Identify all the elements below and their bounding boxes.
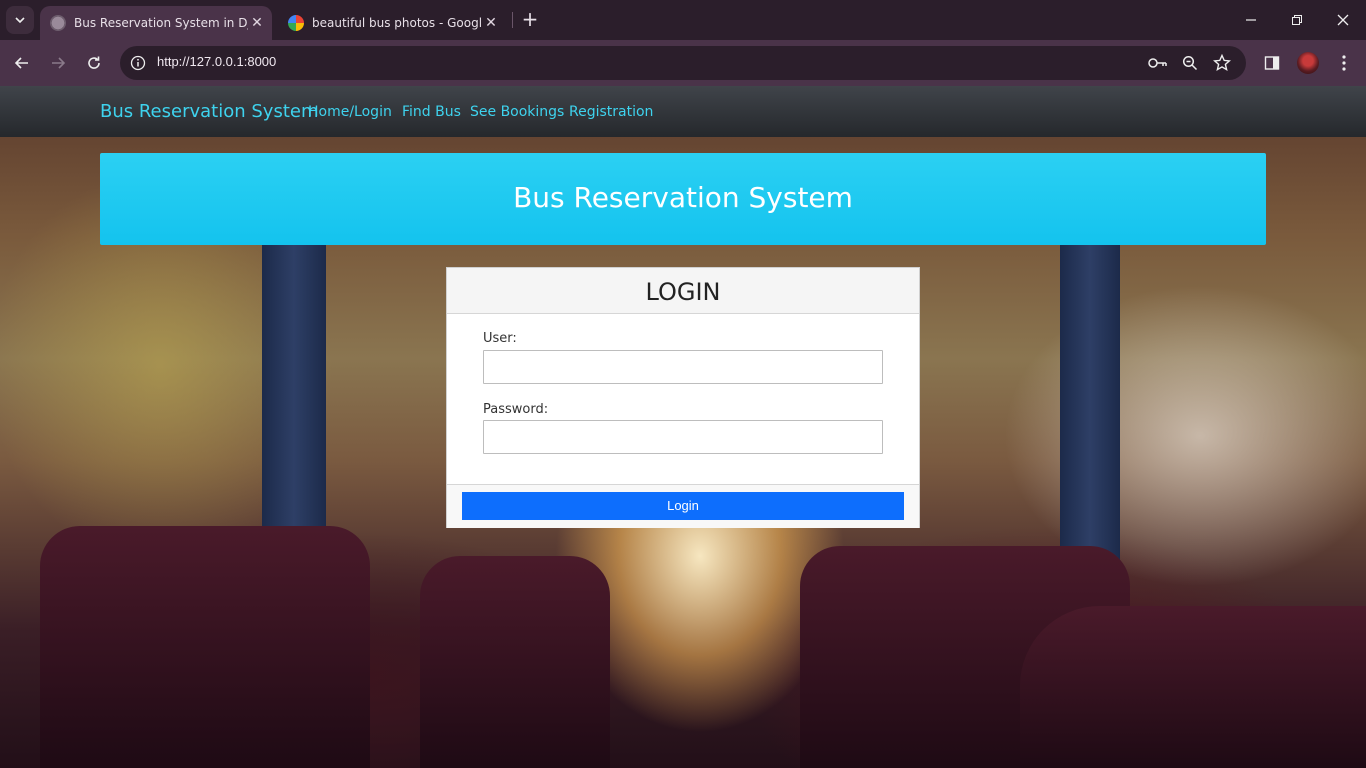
login-card: LOGIN User: Password: Login (446, 267, 920, 528)
forward-button[interactable] (44, 49, 72, 77)
tab-title: Bus Reservation System in Djan (74, 16, 248, 30)
login-card-footer: Login (447, 484, 919, 528)
close-tab-icon[interactable]: ✕ (482, 15, 500, 31)
password-label: Password: (483, 402, 549, 417)
nav-link-registration[interactable]: Registration (569, 104, 653, 120)
info-icon[interactable] (130, 55, 146, 71)
browser-toolbar: http://127.0.0.1:8000 (0, 40, 1366, 86)
side-panel-button[interactable] (1258, 49, 1286, 77)
password-input[interactable] (483, 420, 883, 454)
tab-google-search[interactable]: beautiful bus photos - Google S ✕ (278, 6, 506, 40)
tab-strip: Bus Reservation System in Djan ✕ beautif… (0, 0, 1366, 40)
tab-bus-reservation[interactable]: Bus Reservation System in Djan ✕ (40, 6, 272, 40)
nav-link-see-bookings[interactable]: See Bookings (470, 104, 564, 120)
seat-decoration (420, 556, 610, 768)
back-button[interactable] (8, 49, 36, 77)
seat-decoration (40, 526, 370, 768)
nav-link-home-login[interactable]: Home/Login (308, 104, 392, 120)
profile-avatar[interactable] (1297, 52, 1319, 74)
menu-button[interactable] (1330, 49, 1358, 77)
url-text: http://127.0.0.1:8000 (157, 54, 277, 69)
tab-separator (512, 12, 513, 28)
curtain-right-decoration (1060, 236, 1120, 586)
site-navbar: Bus Reservation System Home/Login Find B… (0, 86, 1366, 137)
tab-search-button[interactable] (6, 6, 34, 34)
star-icon[interactable] (1213, 54, 1231, 72)
globe-icon (50, 15, 66, 31)
google-icon (288, 15, 304, 31)
tab-title: beautiful bus photos - Google S (312, 16, 482, 30)
web-page: Bus Reservation System Home/Login Find B… (0, 86, 1366, 768)
reload-icon (88, 56, 100, 69)
login-button[interactable]: Login (462, 492, 904, 520)
arrow-right-icon (52, 57, 66, 69)
close-icon (1337, 14, 1349, 26)
new-tab-button[interactable]: + (520, 9, 540, 30)
hero-title: Bus Reservation System (513, 181, 853, 214)
more-vertical-icon (1342, 55, 1346, 71)
hero-banner: Bus Reservation System (100, 153, 1266, 245)
navbar-brand[interactable]: Bus Reservation System (100, 101, 319, 122)
nav-link-find-bus[interactable]: Find Bus (402, 104, 461, 120)
restore-icon (1292, 15, 1302, 25)
reload-button[interactable] (80, 49, 108, 77)
minimize-button[interactable] (1228, 0, 1274, 40)
close-tab-icon[interactable]: ✕ (248, 15, 266, 31)
minimize-icon (1246, 19, 1256, 21)
chevron-down-icon (15, 17, 25, 24)
login-title: LOGIN (645, 278, 721, 306)
user-input[interactable] (483, 350, 883, 384)
restore-button[interactable] (1274, 0, 1320, 40)
login-card-header: LOGIN (447, 268, 919, 314)
arrow-left-icon (14, 57, 28, 69)
user-label: User: (483, 331, 517, 346)
zoom-icon[interactable] (1182, 55, 1198, 71)
side-panel-icon (1264, 56, 1280, 70)
address-bar[interactable]: http://127.0.0.1:8000 (120, 46, 1246, 80)
key-icon[interactable] (1148, 56, 1168, 70)
close-window-button[interactable] (1320, 0, 1366, 40)
seat-decoration (1020, 606, 1366, 768)
